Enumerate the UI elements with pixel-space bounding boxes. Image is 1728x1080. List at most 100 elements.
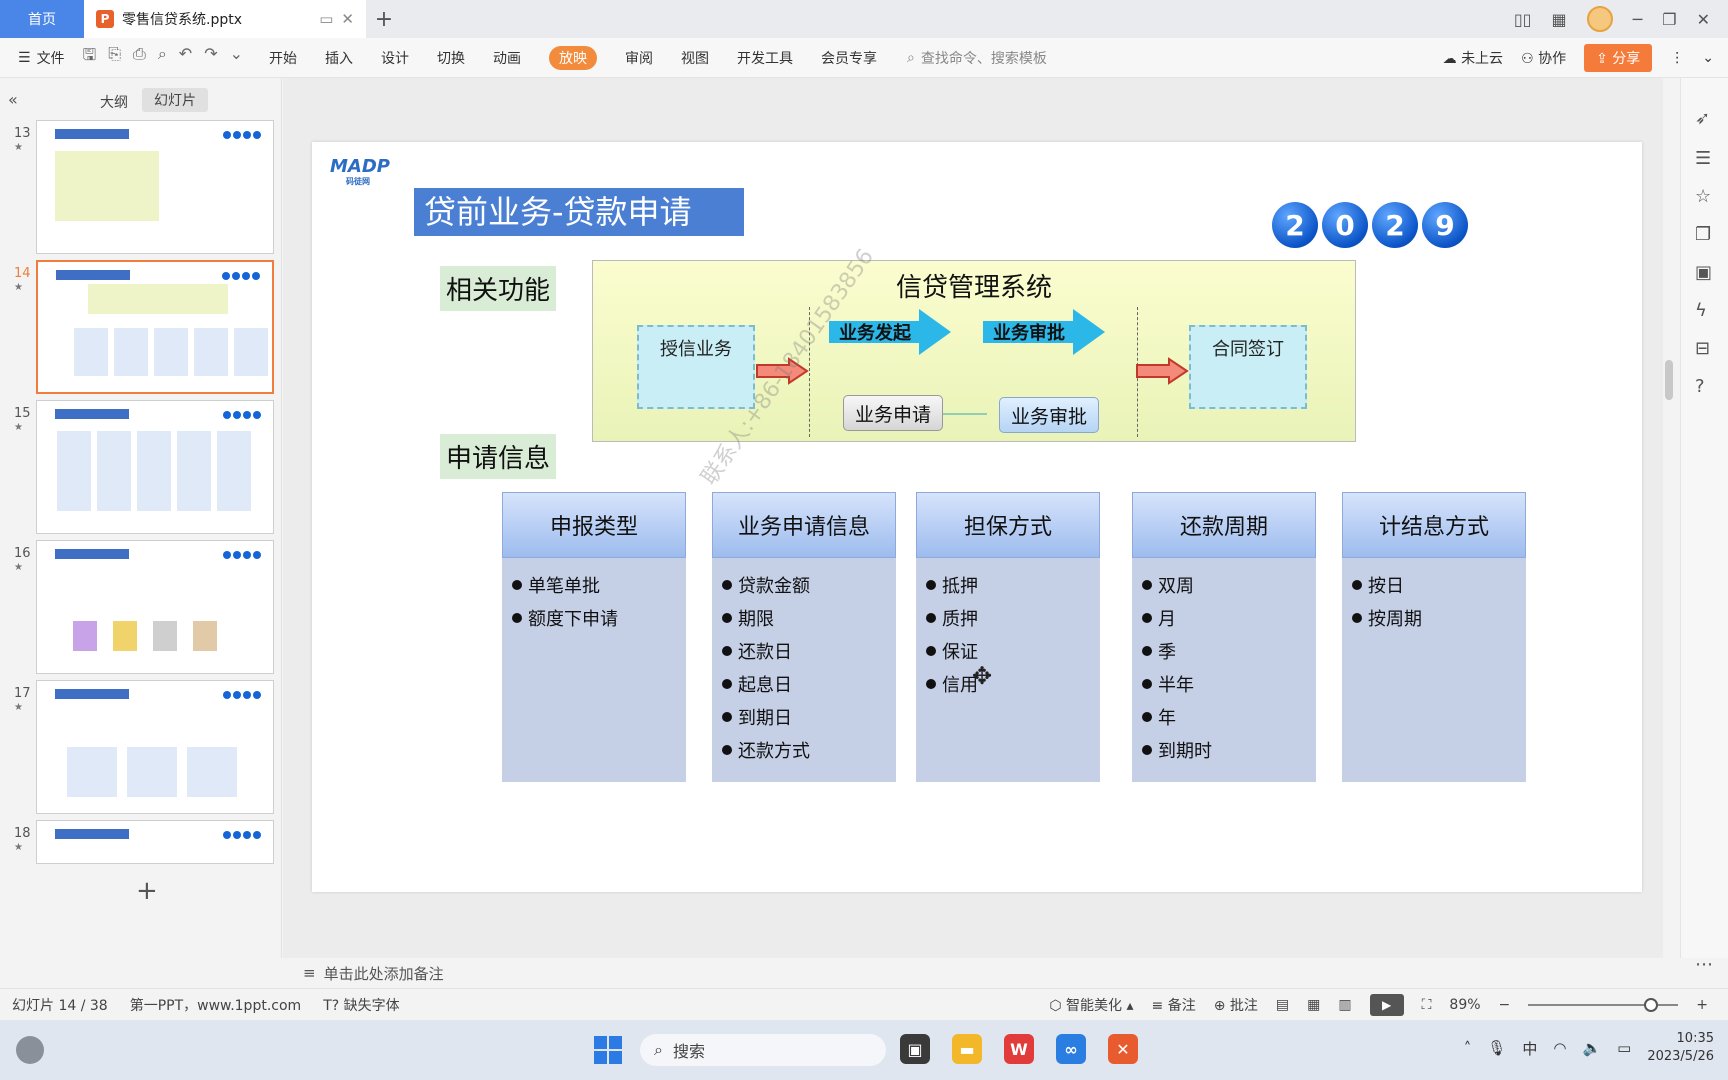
zoom-in-icon[interactable]: + — [1696, 997, 1708, 1013]
more-horizontal-icon[interactable]: ⋯ — [1695, 954, 1713, 975]
volume-icon[interactable]: 🔈 — [1582, 1039, 1601, 1057]
tab-insert[interactable]: 插入 — [325, 48, 353, 68]
document-tab[interactable]: P 零售信贷系统.pptx ▭ ✕ — [84, 0, 366, 38]
tab-slides[interactable]: 幻灯片 — [142, 88, 208, 112]
apply-button[interactable]: 业务申请 — [843, 395, 943, 431]
beautify-button[interactable]: ⬡ 智能美化 ▴ — [1049, 995, 1133, 1015]
task-view-icon[interactable]: ▣ — [900, 1034, 930, 1064]
thumb-block — [217, 431, 251, 511]
notes-label: 备注 — [1167, 997, 1196, 1014]
missing-font-button[interactable]: T? 缺失字体 — [323, 995, 399, 1015]
slide[interactable]: MADP 码徒网 贷前业务-贷款申请 2 0 2 9 相关功能 信贷管理系统 授信… — [312, 142, 1642, 892]
slide-thumbnail-14[interactable] — [36, 260, 274, 394]
scrollbar-thumb[interactable] — [1665, 360, 1673, 400]
vertical-scrollbar[interactable] — [1660, 78, 1678, 958]
tab-developer[interactable]: 开发工具 — [737, 48, 793, 68]
battery-icon[interactable]: ▭ — [1617, 1039, 1631, 1057]
wps-icon[interactable]: W — [1004, 1034, 1034, 1064]
file-menu[interactable]: ☰ 文件 — [18, 48, 65, 68]
reading-view-icon[interactable]: ▥ — [1338, 997, 1351, 1013]
rocket-icon[interactable]: ➶ — [1695, 108, 1710, 129]
file-explorer-icon[interactable]: ▬ — [952, 1034, 982, 1064]
tab-member[interactable]: 会员专享 — [821, 48, 877, 68]
layout-icon[interactable]: ▯▯ — [1514, 10, 1532, 29]
image-icon[interactable]: ▣ — [1695, 262, 1712, 283]
tab-start[interactable]: 开始 — [269, 48, 297, 68]
help-icon[interactable]: ? — [1695, 376, 1705, 397]
tab-design[interactable]: 设计 — [381, 48, 409, 68]
home-tab[interactable]: 首页 — [0, 0, 84, 38]
thumb-number: 18 — [14, 826, 31, 841]
normal-view-icon[interactable]: ▤ — [1276, 997, 1289, 1013]
play-button[interactable]: ▶ — [1369, 993, 1404, 1016]
print-preview-icon[interactable]: ⌕ — [158, 44, 167, 71]
slide-thumbnail-17[interactable] — [36, 680, 274, 814]
column-interest-method: 计结息方式 按日 按周期 — [1342, 492, 1526, 782]
collapse-panel-icon[interactable]: « — [8, 90, 18, 109]
avatar[interactable] — [1586, 6, 1613, 32]
share-button[interactable]: ⇪ 分享 — [1584, 43, 1653, 72]
ime-indicator[interactable]: 中 — [1522, 1038, 1537, 1059]
notes-toggle[interactable]: ≡ 备注 — [1152, 995, 1196, 1015]
pin-icon[interactable]: ▭ — [319, 10, 333, 28]
zoom-knob[interactable] — [1644, 997, 1659, 1012]
command-search[interactable]: ⌕ 查找命令、搜索模板 — [907, 48, 1047, 68]
slide-thumbnail-18[interactable] — [36, 820, 274, 864]
tab-slideshow[interactable]: 放映 — [549, 45, 598, 70]
add-slide-button[interactable]: + — [136, 876, 158, 906]
slide-thumbnail-13[interactable] — [36, 120, 274, 254]
close-tab-icon[interactable]: ✕ — [341, 10, 354, 28]
thumb-block — [55, 151, 159, 221]
new-tab-button[interactable]: + — [366, 0, 402, 38]
list-item: 还款日 — [722, 634, 896, 667]
zoom-level[interactable]: 89% — [1449, 997, 1480, 1013]
microphone-icon[interactable]: 🎙 — [1487, 1039, 1506, 1057]
apps-grid-icon[interactable]: ▦ — [1551, 10, 1566, 29]
windows-start-icon[interactable] — [594, 1036, 622, 1064]
wps-pdf-icon[interactable]: ✕ — [1108, 1034, 1138, 1064]
tab-animation[interactable]: 动画 — [493, 48, 521, 68]
fit-icon[interactable]: ⛶ — [1422, 997, 1432, 1013]
zoom-slider[interactable] — [1528, 997, 1679, 1012]
tab-review[interactable]: 审阅 — [625, 48, 653, 68]
title-bar: 首页 P 零售信贷系统.pptx ▭ ✕ + ▯▯ ▦ ─ ❐ ✕ — [0, 0, 1728, 38]
minimize-icon[interactable]: ─ — [1633, 10, 1643, 29]
collapse-ribbon-icon[interactable]: ⌄ — [1702, 50, 1714, 66]
book-icon[interactable]: ⊟ — [1695, 338, 1710, 359]
lightning-icon[interactable]: ϟ — [1695, 300, 1707, 321]
sliders-icon[interactable]: ☰ — [1695, 148, 1711, 169]
more-icon[interactable]: ⋮ — [1670, 50, 1684, 66]
tab-view[interactable]: 视图 — [681, 48, 709, 68]
grid-view-icon[interactable]: ▦ — [1307, 997, 1320, 1013]
chevron-down-icon[interactable]: ⌄ — [230, 44, 243, 71]
close-window-icon[interactable]: ✕ — [1697, 10, 1710, 29]
list-item: 贷款金额 — [722, 568, 896, 601]
notes-bar[interactable]: ≡ 单击此处添加备注 — [283, 958, 1680, 988]
undo-icon[interactable]: ↶ — [179, 44, 192, 71]
print-icon[interactable]: ⎙ — [133, 44, 146, 71]
wifi-icon[interactable]: ◠ — [1553, 1039, 1566, 1057]
slide-thumbnail-15[interactable] — [36, 400, 274, 534]
restore-icon[interactable]: ❐ — [1662, 10, 1676, 29]
save-as-icon[interactable]: ⎘ — [108, 44, 121, 71]
widgets-icon[interactable] — [16, 1036, 44, 1064]
slide-thumbnail-16[interactable] — [36, 540, 274, 674]
meeting-app-icon[interactable]: ∞ — [1056, 1034, 1086, 1064]
collab-button[interactable]: ⚇ 协作 — [1521, 48, 1566, 68]
clock[interactable]: 10:35 2023/5/26 — [1647, 1030, 1714, 1066]
tab-outline[interactable]: 大纲 — [100, 92, 128, 112]
thumb-block — [234, 328, 268, 376]
chevron-up-icon[interactable]: ˄ — [1464, 1039, 1472, 1057]
thumb-block — [97, 431, 131, 511]
comments-toggle[interactable]: ⊕ 批注 — [1214, 995, 1258, 1015]
year-ball: 2 — [1372, 202, 1418, 248]
star-icon[interactable]: ☆ — [1695, 186, 1711, 207]
tab-transition[interactable]: 切换 — [437, 48, 465, 68]
copy-icon[interactable]: ❐ — [1695, 224, 1711, 245]
zoom-out-icon[interactable]: − — [1499, 997, 1511, 1013]
save-icon[interactable]: 🖫 — [83, 44, 97, 71]
cloud-status[interactable]: ☁ 未上云 — [1443, 48, 1503, 68]
taskbar-search[interactable]: ⌕ 搜索 — [640, 1034, 886, 1066]
redo-icon[interactable]: ↷ — [204, 44, 217, 71]
approve-button[interactable]: 业务审批 — [999, 397, 1099, 433]
